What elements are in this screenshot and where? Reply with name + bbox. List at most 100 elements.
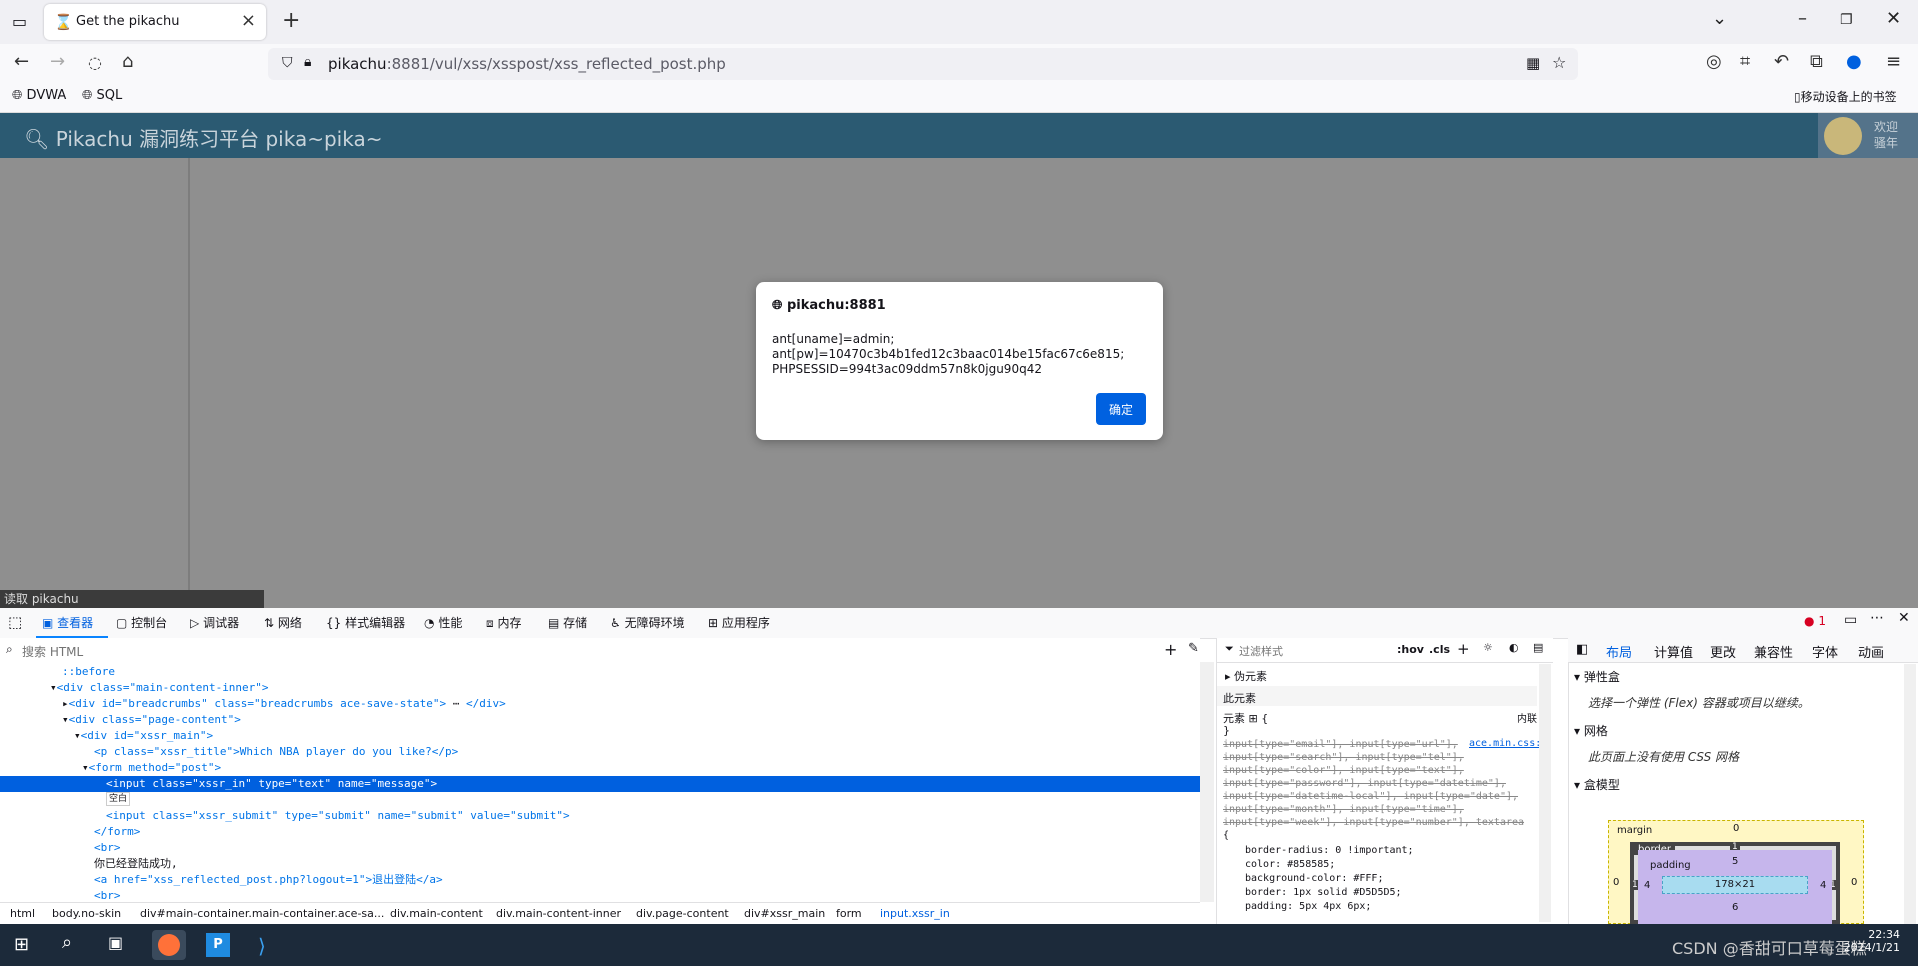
tab-storage[interactable]: ▤ 存储: [548, 614, 587, 631]
breadcrumb-item[interactable]: div.main-content-inner: [496, 907, 621, 920]
tab-debugger[interactable]: ▷ 调试器: [190, 614, 239, 631]
windows-icon[interactable]: ⊞: [14, 934, 29, 955]
minimize-icon[interactable]: –: [1798, 8, 1807, 29]
tab-inspector[interactable]: ▣ 查看器: [42, 614, 93, 631]
tree-node[interactable]: </form>: [94, 824, 140, 840]
declaration[interactable]: padding: 5px 4px 6px;: [1245, 900, 1414, 914]
breadcrumb-item[interactable]: div#xssr_main: [744, 907, 825, 920]
pseudo-elements[interactable]: ▸ 伪元素: [1225, 668, 1267, 684]
tree-node[interactable]: ▾<div class="main-content-inner">: [50, 680, 269, 696]
home-icon[interactable]: ⌂: [122, 51, 133, 72]
tab-console[interactable]: ▢ 控制台: [116, 614, 167, 631]
flexbox-section[interactable]: ▾ 弹性盒: [1574, 668, 1620, 685]
breadcrumb-item[interactable]: div.page-content: [636, 907, 729, 920]
html-search[interactable]: ⌕ 搜索 HTML + ✎: [0, 638, 1200, 663]
grid-section[interactable]: ▾ 网格: [1574, 722, 1608, 739]
account-icon[interactable]: ◎: [1706, 51, 1722, 72]
tree-node-selected[interactable]: <input class="xssr_in" type="text" name=…: [0, 776, 1200, 792]
rules-scrollbar[interactable]: [1539, 664, 1551, 922]
tree-node[interactable]: <br>: [94, 840, 121, 856]
new-tab-icon[interactable]: +: [282, 8, 300, 33]
padding-left-value[interactable]: 4: [1644, 880, 1650, 891]
clock[interactable]: 22:34 2024/1/21: [1800, 928, 1900, 954]
brand[interactable]: 🔍︎ Pikachu 漏洞练习平台 pika~pika~: [24, 123, 382, 152]
ellipsis-icon[interactable]: ⋯: [453, 697, 460, 710]
chevron-down-icon[interactable]: ⌄: [1712, 8, 1727, 29]
padding-right-value[interactable]: 4: [1820, 880, 1826, 891]
breadcrumb-item[interactable]: form: [836, 907, 862, 920]
tree-node[interactable]: ▸<div id="breadcrumbs" class="breadcrumb…: [62, 696, 506, 712]
firefox-taskbar-icon[interactable]: [152, 930, 186, 960]
qr-code-icon[interactable]: ▦: [1526, 54, 1540, 72]
breadcrumb-item[interactable]: div#main-container.main-container.ace-sa…: [140, 907, 384, 920]
error-badge[interactable]: ● 1: [1804, 614, 1826, 628]
collapse-icon[interactable]: ▾: [82, 761, 89, 774]
restore-icon[interactable]: ❐: [1840, 12, 1853, 28]
tab-style-editor[interactable]: {} 样式编辑器: [326, 614, 405, 631]
tab-changes[interactable]: 更改: [1710, 642, 1736, 661]
tree-node[interactable]: <a href="xss_reflected_post.php?logout=1…: [94, 872, 443, 888]
breadcrumb-item[interactable]: html: [10, 907, 35, 920]
back-icon[interactable]: ←: [14, 51, 29, 72]
padding-top-value[interactable]: 5: [1732, 856, 1738, 867]
bookmark-dvwa[interactable]: 🌐︎ DVWA: [12, 88, 66, 103]
close-devtools-icon[interactable]: ✕: [1898, 610, 1910, 626]
star-icon[interactable]: ☆: [1552, 53, 1566, 72]
tree-node[interactable]: ▾<div id="xssr_main">: [74, 728, 213, 744]
tree-node[interactable]: <input class="xssr_submit" type="submit"…: [106, 808, 570, 824]
tab-memory[interactable]: ⧈ 内存: [486, 614, 521, 631]
collapse-icon[interactable]: ▾: [74, 729, 81, 742]
hov-toggle[interactable]: :hov: [1397, 643, 1424, 656]
picker-icon[interactable]: ⬚: [8, 613, 22, 631]
declaration[interactable]: color: #858585;: [1245, 858, 1414, 872]
tree-node[interactable]: <p class="xssr_title">Which NBA player d…: [94, 744, 458, 760]
task-view-icon[interactable]: ▣: [108, 933, 123, 952]
menu-icon[interactable]: ≡: [1886, 51, 1901, 72]
breadcrumb-item[interactable]: body.no-skin: [52, 907, 121, 920]
close-window-icon[interactable]: ✕: [1886, 8, 1901, 29]
filter-styles-input[interactable]: 过滤样式: [1239, 643, 1283, 659]
print-icon[interactable]: ▤: [1533, 641, 1543, 654]
loading-icon[interactable]: ◌: [88, 53, 102, 72]
declaration[interactable]: background-color: #FFF;: [1245, 872, 1414, 886]
breadcrumb-item-active[interactable]: input.xssr_in: [880, 907, 950, 920]
crop-icon[interactable]: ⌗: [1740, 51, 1750, 72]
more-icon[interactable]: ⋯: [1870, 610, 1884, 626]
margin-left-value[interactable]: 0: [1613, 877, 1619, 888]
tab-active[interactable]: ⌛ Get the pikachu ×: [44, 4, 266, 40]
eyedropper-icon[interactable]: ✎: [1188, 641, 1199, 656]
undo-icon[interactable]: ↶: [1774, 51, 1789, 72]
profile-icon[interactable]: ●: [1846, 51, 1862, 72]
tab-list-icon[interactable]: ▭: [12, 12, 27, 31]
layout-scrollbar[interactable]: [1904, 664, 1916, 924]
add-node-icon[interactable]: +: [1164, 640, 1177, 659]
box-model-content[interactable]: 178×21: [1662, 876, 1808, 894]
tab-network[interactable]: ⇅ 网络: [264, 614, 302, 631]
collapse-icon[interactable]: ▾: [62, 713, 69, 726]
rule-source-link[interactable]: ace.min.css:1: [1469, 738, 1548, 749]
tab-performance[interactable]: ◔ 性能: [424, 614, 462, 631]
bookmark-sql[interactable]: 🌐︎ SQL: [82, 88, 122, 103]
declaration[interactable]: border-radius: 0 !important;: [1245, 844, 1414, 858]
tree-node[interactable]: ▾<div class="page-content">: [62, 712, 241, 728]
tab-accessibility[interactable]: ♿︎ 无障碍环境: [610, 614, 685, 631]
url-text[interactable]: pikachu:8881/vul/xss/xsspost/xss_reflect…: [328, 55, 726, 73]
tab-computed[interactable]: 计算值: [1654, 642, 1693, 661]
tree-node[interactable]: 你已经登陆成功,: [94, 856, 178, 872]
ok-button[interactable]: 确定: [1096, 393, 1146, 425]
shield-icon[interactable]: ⛉: [282, 55, 293, 71]
phpstudy-taskbar-icon[interactable]: P: [202, 930, 236, 960]
close-tab-icon[interactable]: ×: [241, 10, 256, 31]
sidebar-toggle-icon[interactable]: ◧: [1576, 642, 1588, 657]
tab-layout[interactable]: 布局: [1606, 642, 1632, 661]
tree-scrollbar[interactable]: [1200, 662, 1214, 902]
tab-application[interactable]: ⊞ 应用程序: [708, 614, 770, 631]
padding-bottom-value[interactable]: 6: [1732, 902, 1738, 913]
tree-node[interactable]: ▾<form method="post">: [82, 760, 221, 776]
sun-icon[interactable]: ☼: [1483, 641, 1493, 654]
box-model-section[interactable]: ▾ 盒模型: [1574, 776, 1620, 793]
collapse-icon[interactable]: ▾: [50, 681, 57, 694]
dock-icon[interactable]: ▭: [1844, 612, 1857, 628]
cls-toggle[interactable]: .cls: [1429, 643, 1450, 656]
declaration[interactable]: border: 1px solid #D5D5D5;: [1245, 886, 1414, 900]
